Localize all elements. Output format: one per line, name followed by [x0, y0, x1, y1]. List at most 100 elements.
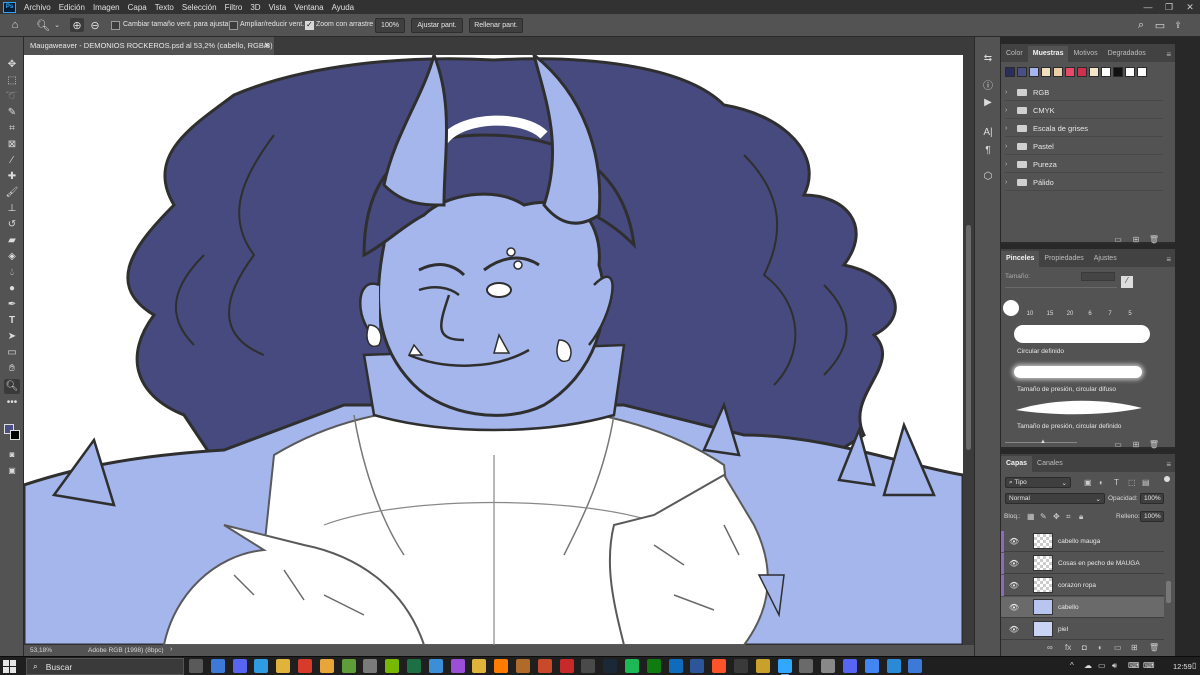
pdf-reader-app-icon[interactable] [298, 659, 312, 673]
menu-ayuda[interactable]: Ayuda [328, 3, 359, 12]
swatch-5[interactable] [1065, 67, 1075, 77]
filter-type-icon[interactable]: T [1114, 478, 1119, 487]
swatch-10[interactable] [1125, 67, 1135, 77]
panel-menu-icon[interactable]: ≡ [1166, 460, 1171, 469]
menu-filtro[interactable]: Filtro [221, 3, 247, 12]
brush-edit-icon[interactable]: ⁄ [1121, 276, 1133, 288]
exec-app-icon[interactable] [559, 659, 574, 673]
eye-icon[interactable]: 👁︎ [1005, 625, 1023, 634]
filter-adjustment-icon[interactable]: ◐ [1099, 478, 1104, 487]
zoom-tool-preset-icon[interactable]: 🔍︎ [36, 18, 50, 32]
menu-3d[interactable]: 3D [246, 3, 264, 12]
zoom-all-windows-checkbox[interactable] [229, 21, 238, 30]
marquee-tool-icon[interactable]: ⬚ [4, 73, 20, 88]
layer-row[interactable]: 👁︎ cabello mauga [1001, 530, 1164, 552]
zoom-out-icon[interactable]: ⊖ [88, 18, 102, 32]
menu-seleccion[interactable]: Selección [178, 3, 221, 12]
layer-name[interactable]: Cosas en pecho de MAUGA [1058, 560, 1140, 567]
outlook-app-icon[interactable] [668, 659, 683, 673]
more-tools-icon[interactable]: ••• [4, 395, 20, 410]
swatch-folder-pureza[interactable]: › Pureza [1005, 157, 1163, 173]
frame-tool-icon[interactable]: ⊠ [4, 137, 20, 152]
excel-app-icon[interactable] [407, 659, 421, 673]
discord-alt-app-icon[interactable] [843, 659, 857, 673]
lock-position-icon[interactable]: ✥ [1053, 512, 1060, 521]
close-icon[interactable]: ✕ [1182, 0, 1198, 14]
swatch-8[interactable] [1101, 67, 1111, 77]
eraser-tool-icon[interactable]: ▰ [4, 233, 20, 248]
adjustment-layer-icon[interactable]: ◐ [1098, 643, 1103, 652]
menu-capa[interactable]: Capa [124, 3, 151, 12]
rectangle-tool-icon[interactable]: ▭ [4, 345, 20, 360]
path-select-tool-icon[interactable]: ➤ [4, 329, 20, 344]
brush-tool-icon[interactable]: 🖌︎ [4, 185, 20, 200]
minimize-icon[interactable]: — [1140, 0, 1156, 14]
type-tool-icon[interactable]: T [4, 313, 20, 328]
crop-tool-icon[interactable]: ⌗ [4, 121, 20, 136]
background-color-swatch[interactable] [10, 430, 20, 440]
swatch-2[interactable] [1029, 67, 1039, 77]
character-panel-icon[interactable]: A| [980, 125, 996, 140]
nvidia-app-icon[interactable] [385, 659, 400, 673]
brush-name[interactable]: Circular definido [1017, 348, 1064, 355]
menu-texto[interactable]: Texto [151, 3, 178, 12]
scrubby-zoom-checkbox[interactable] [305, 20, 314, 30]
photoshop-app-icon[interactable] [777, 659, 792, 675]
eye-icon[interactable]: 👁︎ [1005, 537, 1023, 546]
filter-pixel-icon[interactable]: ▣ [1084, 478, 1092, 487]
layer-name[interactable]: cabello [1058, 604, 1079, 611]
terminal-app-icon[interactable] [734, 659, 748, 673]
calc-app-icon[interactable] [581, 659, 596, 673]
zoom-100-button[interactable]: 100% [375, 18, 405, 33]
brush-tip-size[interactable]: 20 [1063, 311, 1077, 317]
media-app-icon[interactable] [755, 659, 770, 673]
filter-shape-icon[interactable]: ⬚ [1128, 478, 1136, 487]
steam-app-icon[interactable] [603, 659, 618, 673]
layer-name[interactable]: corazon ropa [1058, 582, 1096, 589]
keyboard-icon[interactable]: ⌨ [1143, 661, 1155, 670]
healing-brush-tool-icon[interactable]: ✚ [4, 169, 20, 184]
chevron-right-icon[interactable]: › [170, 646, 172, 653]
scrollbar-thumb[interactable] [966, 225, 971, 450]
tool-app-icon[interactable] [537, 659, 552, 673]
taskbar-search[interactable]: ⌕ Buscar [26, 658, 184, 675]
pen-tool-icon[interactable]: ✒ [4, 297, 20, 312]
add-mask-icon[interactable]: ◘ [1082, 643, 1087, 652]
camera-app-icon[interactable] [821, 659, 836, 673]
chevron-down-icon[interactable]: ⌄ [50, 18, 64, 32]
layer-row[interactable]: 👁︎ piel [1001, 619, 1164, 640]
menu-vista[interactable]: Vista [265, 3, 291, 12]
brush-size-slider[interactable] [1005, 287, 1117, 288]
lock-transparent-icon[interactable]: ▦ [1027, 512, 1035, 521]
notifications-icon[interactable]: ▯ [1192, 661, 1196, 670]
menu-ventana[interactable]: Ventana [290, 3, 327, 12]
swatch-folder-cmyk[interactable]: › CMYK [1005, 103, 1163, 119]
hand-tool-icon[interactable]: ✋︎ [4, 361, 20, 376]
brush-stroke-preview-hard[interactable] [1014, 325, 1150, 343]
swatch-folder-palido[interactable]: › Pálido [1005, 175, 1163, 191]
screen-mode-icon[interactable]: ▣ [4, 463, 20, 478]
swatch-folder-grayscale[interactable]: › Escala de grises [1005, 121, 1163, 137]
chrome-app-icon[interactable] [319, 659, 334, 673]
delete-icon[interactable]: 🗑︎ [1149, 643, 1159, 652]
move-tool-icon[interactable]: ✥ [4, 57, 20, 72]
layer-name[interactable]: piel [1058, 626, 1068, 633]
brush-name[interactable]: Tamaño de presión, circular definido [1017, 423, 1121, 430]
brave-app-icon[interactable] [712, 659, 727, 673]
close-tab-icon[interactable]: ✕ [264, 41, 270, 50]
layer-name[interactable]: cabello mauga [1058, 538, 1100, 545]
swatch-11[interactable] [1137, 67, 1147, 77]
cloud-icon[interactable]: ☁ [1084, 661, 1092, 670]
layers-scrollbar-thumb[interactable] [1166, 581, 1171, 603]
brush-size-field[interactable] [1081, 272, 1115, 281]
new-swatch-icon[interactable]: ⊞ [1131, 234, 1141, 244]
lock-image-icon[interactable]: ✎ [1040, 512, 1047, 521]
swatch-0[interactable] [1005, 67, 1015, 77]
brush-name[interactable]: Tamaño de presión, circular difuso [1017, 386, 1116, 393]
new-group-icon[interactable]: ▭ [1114, 643, 1122, 652]
brush-tip-size[interactable]: 5 [1123, 311, 1137, 317]
delete-icon[interactable]: 🗑︎ [1149, 439, 1159, 449]
brush-tip-preview[interactable] [1003, 300, 1019, 316]
swatch-7[interactable] [1089, 67, 1099, 77]
brush-tip-size[interactable]: 7 [1103, 311, 1117, 317]
